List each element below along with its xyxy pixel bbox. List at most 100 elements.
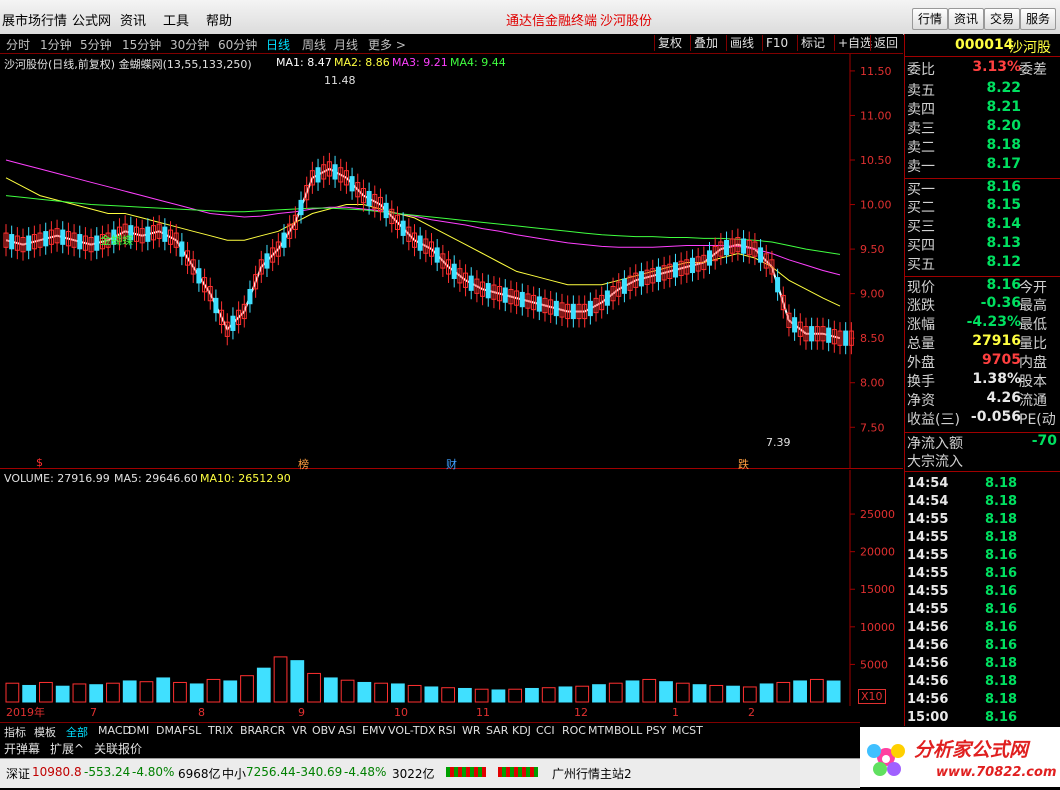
bid-row[interactable]: 买二 8.15 — [905, 197, 1060, 216]
indicator-tab-10[interactable]: VR — [292, 724, 307, 737]
kline-chart[interactable]: 11.50 11.00 10.50 10.00 9.50 9.00 8.50 8.00 7.50 — [0, 54, 903, 468]
menu-formula[interactable]: 公式网 — [72, 10, 111, 29]
kline-y-tick-label: 7.50 — [860, 421, 885, 434]
stat-value: 4.26 — [986, 390, 1021, 406]
tick-time: 14:56 — [907, 674, 949, 689]
candle-body — [264, 253, 270, 269]
menu-market[interactable]: 展市场行情 — [2, 10, 67, 29]
menu-news[interactable]: 资讯 — [120, 10, 146, 29]
indicator-tab-6[interactable]: FSL — [182, 724, 201, 737]
tick-price: 8.18 — [985, 494, 1018, 509]
stat-row: 净资 4.26 流通 — [905, 390, 1060, 409]
indicator-tab-22[interactable]: BOLL — [614, 724, 642, 737]
indicator-tab-21[interactable]: MTM — [588, 724, 614, 737]
back-button[interactable]: 返回 — [870, 35, 901, 51]
zx-index-pct: -4.48% — [344, 765, 387, 779]
indicator-tab-16[interactable]: WR — [462, 724, 481, 737]
tick-time: 14:55 — [907, 584, 949, 599]
indicator-tab-20[interactable]: ROC — [562, 724, 586, 737]
menu-tools[interactable]: 工具 — [163, 10, 189, 29]
ask-row[interactable]: 卖二 8.18 — [905, 137, 1060, 156]
candle-body — [775, 277, 781, 293]
trade-button[interactable]: 交易 — [984, 8, 1021, 30]
ask-row[interactable]: 卖三 8.20 — [905, 118, 1060, 137]
indicator-tab-7[interactable]: TRIX — [208, 724, 233, 737]
server-name[interactable]: 广州行情主站2 — [552, 765, 632, 782]
period-tick[interactable]: 分时 — [6, 36, 30, 53]
indicator-tab-18[interactable]: KDJ — [512, 724, 531, 737]
candle-body — [247, 288, 253, 305]
ask-row[interactable]: 卖四 8.21 — [905, 99, 1060, 118]
candle-body — [332, 164, 338, 180]
add-watchlist-button[interactable]: +自选 — [834, 35, 875, 51]
bid-row[interactable]: 买三 8.14 — [905, 216, 1060, 235]
volume-y-tick-label: 15000 — [860, 583, 895, 596]
menu-help[interactable]: 帮助 — [206, 10, 232, 29]
volume-chart[interactable]: 2500020000150001000050002019年 7 8 9 10 11 12 1 2 — [0, 470, 903, 722]
indicator-tab-13[interactable]: EMV — [362, 724, 386, 737]
danmu-toggle[interactable]: 开弹幕 — [4, 740, 40, 757]
stat-value: 27916 — [972, 333, 1021, 349]
indicator-tab-2[interactable]: 全部 — [66, 724, 88, 740]
candle-body — [655, 266, 661, 282]
period-1min[interactable]: 1分钟 — [40, 36, 72, 53]
stat-value: 9705 — [982, 352, 1021, 368]
mark-button[interactable]: 标记 — [797, 35, 828, 51]
period-30min[interactable]: 30分钟 — [170, 36, 209, 53]
kline-y-tick-label: 8.00 — [860, 377, 885, 390]
kline-panel[interactable]: 11.50 11.00 10.50 10.00 9.50 9.00 8.50 8.00 7.50… — [0, 54, 903, 471]
bid-row[interactable]: 买一 8.16 — [905, 178, 1060, 198]
indicator-tab-11[interactable]: OBV — [312, 724, 335, 737]
indicator-tab-23[interactable]: PSY — [646, 724, 666, 737]
volume-panel[interactable]: 25000 20000 15000 10000 5000 2019年 7 8 9 10 11 12 1 2… — [0, 470, 903, 719]
tick-price: 8.16 — [985, 602, 1018, 617]
indicator-tab-24[interactable]: MCST — [672, 724, 703, 737]
indicator-tab-4[interactable]: DMI — [128, 724, 149, 737]
stat-label: 总量 — [907, 336, 935, 352]
indicator-tab-3[interactable]: MACD — [98, 724, 131, 737]
bid-row[interactable]: 买五 8.12 — [905, 254, 1060, 273]
expand-toggle[interactable]: 扩展^ — [50, 740, 84, 757]
indicator-tab-1[interactable]: 模板 — [34, 724, 56, 740]
period-60min[interactable]: 60分钟 — [218, 36, 257, 53]
f10-button[interactable]: F10 — [762, 35, 791, 51]
period-weekly[interactable]: 周线 — [302, 36, 326, 53]
volume-bar — [5, 682, 20, 703]
candle-body — [587, 300, 593, 317]
indicator-tab-8[interactable]: BRAR — [240, 724, 270, 737]
indicator-tab-9[interactable]: CR — [270, 724, 285, 737]
period-15min[interactable]: 15分钟 — [122, 36, 161, 53]
indicator-tab-15[interactable]: RSI — [438, 724, 456, 737]
draw-button[interactable]: 画线 — [726, 35, 757, 51]
indicator-tab-0[interactable]: 指标 — [4, 724, 26, 740]
adjust-button[interactable]: 复权 — [654, 35, 685, 51]
stat-row: 外盘 9705 内盘 — [905, 352, 1060, 371]
quote-button[interactable]: 行情 — [912, 8, 949, 30]
candle-body — [485, 283, 491, 299]
ask-row[interactable]: 卖五 8.22 — [905, 80, 1060, 99]
bid-row[interactable]: 买四 8.13 — [905, 235, 1060, 254]
bid-label: 买一 — [907, 182, 935, 198]
indicator-tab-14[interactable]: VOL-TDX — [388, 724, 436, 737]
period-daily[interactable]: 日线 — [266, 36, 290, 53]
period-monthly[interactable]: 月线 — [334, 36, 358, 53]
volume-bar — [726, 685, 740, 703]
period-more[interactable]: 更多 > — [368, 36, 406, 53]
ask-price: 8.21 — [986, 99, 1021, 115]
service-button[interactable]: 服务 — [1020, 8, 1057, 30]
logo-text: 分析家公式网 — [914, 739, 1029, 761]
info-button[interactable]: 资讯 — [948, 8, 985, 30]
indicator-tab-5[interactable]: DMA — [156, 724, 182, 737]
period-5min[interactable]: 5分钟 — [80, 36, 112, 53]
stat-row: 总量 27916 量比 — [905, 333, 1060, 352]
indicator-tab-19[interactable]: CCI — [536, 724, 555, 737]
stat-row: 现价 8.16 今开 — [905, 276, 1060, 296]
candle-body — [638, 271, 644, 287]
event-marker-dividend[interactable]: $ — [36, 456, 43, 469]
indicator-tab-12[interactable]: ASI — [338, 724, 356, 737]
candle-body — [26, 235, 32, 251]
overlay-button[interactable]: 叠加 — [690, 35, 721, 51]
indicator-tab-17[interactable]: SAR — [486, 724, 508, 737]
related-quotes-tab[interactable]: 关联报价 — [94, 740, 142, 757]
ask-row[interactable]: 卖一 8.17 — [905, 156, 1060, 175]
